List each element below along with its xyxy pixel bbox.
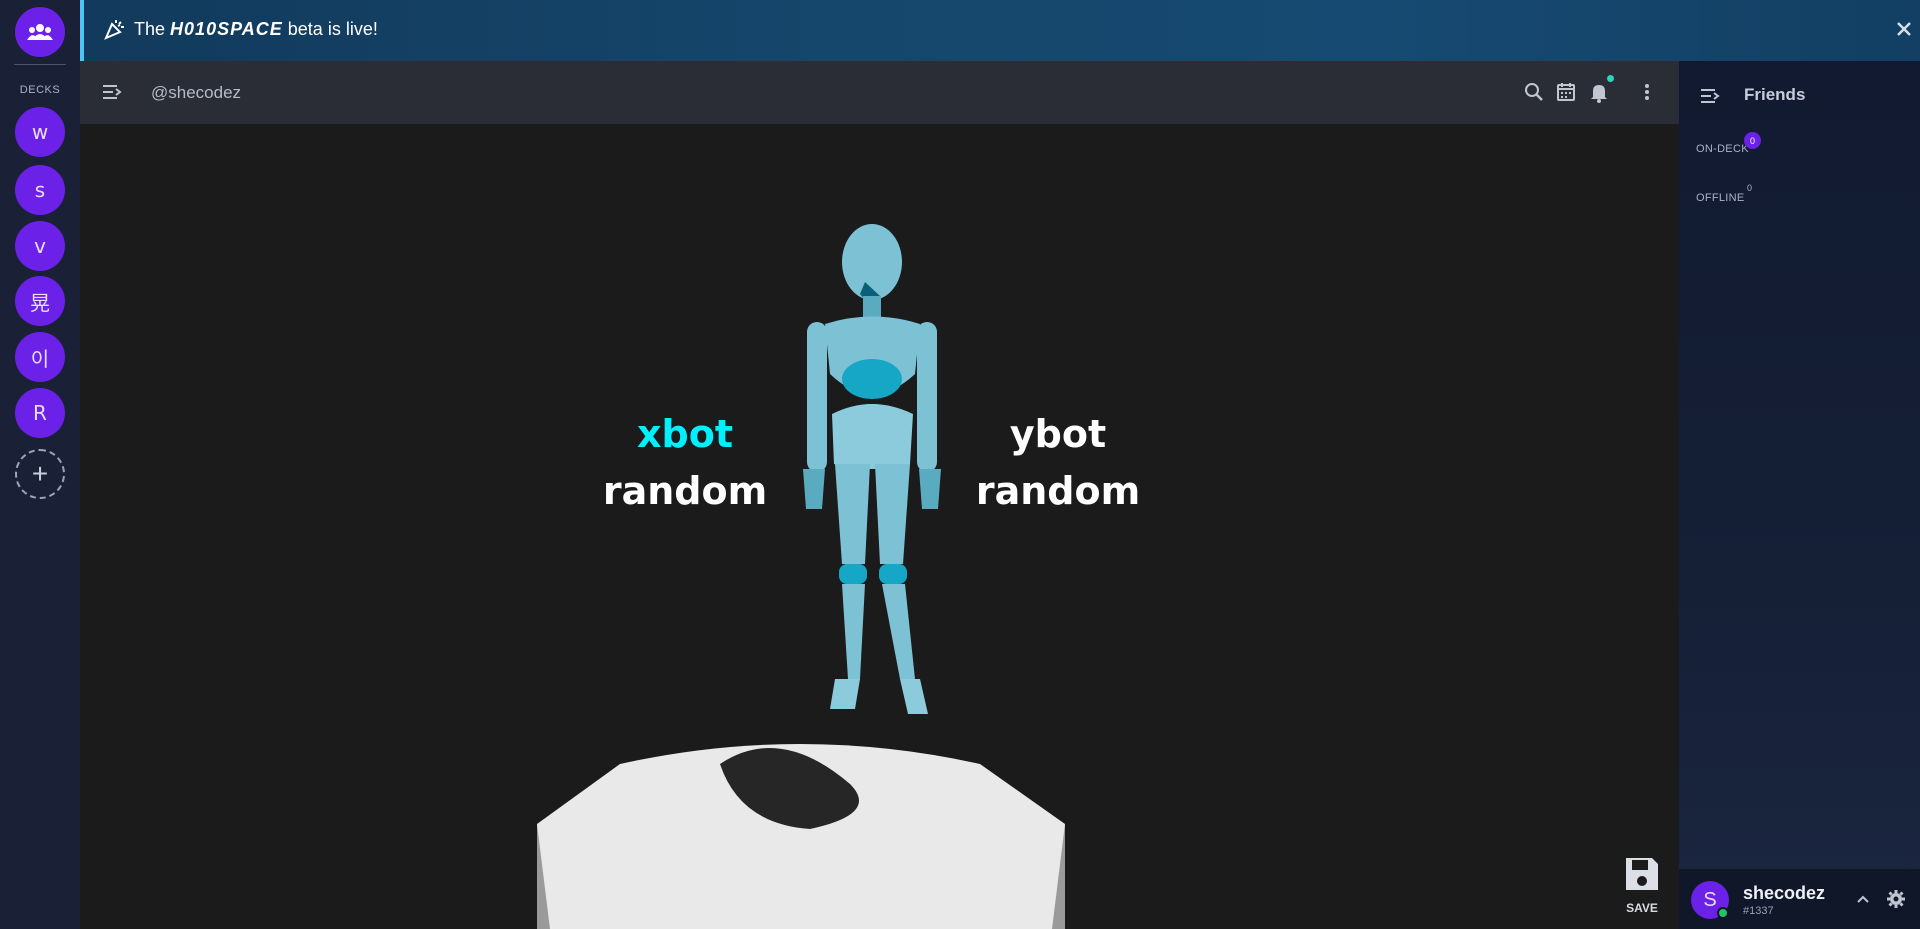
add-deck-button[interactable]: + (15, 449, 65, 499)
deck-button-r[interactable]: R (15, 388, 65, 438)
rail-divider (14, 64, 66, 65)
banner-suffix: beta is live! (287, 19, 378, 39)
section-on-deck[interactable]: ON-DECK (1696, 143, 1749, 155)
more-vertical-icon[interactable] (1636, 81, 1658, 103)
avatar-stage[interactable]: xbot random ybot random SAVE (80, 124, 1679, 929)
deck-initial: R (33, 401, 47, 425)
banner-message: The H010SPACE beta is live! (134, 19, 378, 40)
banner-prefix: The (134, 19, 166, 39)
party-popper-icon (104, 18, 126, 40)
left-bot-mode: random (602, 469, 768, 513)
deck-initial: 晃 (30, 290, 50, 315)
bell-icon[interactable] (1588, 81, 1610, 103)
notification-badge (1607, 75, 1614, 82)
deck-initial: v (34, 234, 46, 258)
menu-collapse-icon[interactable] (1699, 87, 1721, 105)
friends-panel: Friends ON-DECK 0 OFFLINE 0 S shecodez #… (1679, 61, 1920, 929)
username: shecodez (1743, 883, 1826, 903)
deck-initial: s (34, 178, 46, 202)
search-icon[interactable] (1523, 81, 1545, 103)
decks-label: DECKS (19, 84, 61, 96)
right-bot-mode: random (975, 469, 1141, 513)
menu-collapse-icon[interactable] (101, 83, 123, 101)
deck-initial: w (31, 120, 49, 144)
offline-count: 0 (1747, 183, 1753, 193)
save-button[interactable]: SAVE (1617, 854, 1667, 915)
home-button[interactable] (15, 7, 65, 57)
section-offline[interactable]: OFFLINE (1696, 192, 1745, 204)
robot-model (803, 224, 941, 714)
deck-button-s[interactable]: s (15, 165, 65, 215)
gear-icon[interactable] (1886, 889, 1906, 909)
friends-title: Friends (1744, 85, 1806, 104)
deck-button-v[interactable]: v (15, 221, 65, 271)
deck-button-w[interactable]: w (15, 107, 65, 157)
robot-scene (537, 224, 1065, 929)
user-tag: #1337 (1743, 905, 1774, 917)
deck-initial: 이 (30, 346, 50, 371)
plus-icon: + (31, 458, 49, 489)
chevron-up-icon[interactable] (1855, 891, 1871, 907)
top-bar: @shecodez (80, 61, 1679, 124)
save-label: SAVE (1626, 901, 1658, 915)
online-status-indicator (1717, 907, 1729, 919)
deck-button-korean[interactable]: 이 (15, 332, 65, 382)
right-bot-name: ybot (1009, 412, 1107, 456)
floppy-disk-icon (1622, 854, 1662, 894)
user-bar: S shecodez #1337 (1679, 869, 1920, 929)
banner-brand: H010SPACE (170, 19, 283, 39)
calendar-icon[interactable] (1555, 81, 1577, 103)
people-icon (27, 22, 53, 42)
deck-button-kanji[interactable]: 晃 (15, 276, 65, 326)
user-handle: @shecodez (151, 83, 242, 102)
deck-sidebar: DECKS w s v 晃 이 R + (0, 0, 80, 929)
left-bot-name: xbot (637, 412, 733, 456)
on-deck-count-badge: 0 (1744, 132, 1761, 149)
close-icon[interactable] (1894, 19, 1914, 39)
announcement-banner: The H010SPACE beta is live! (80, 0, 1920, 61)
avatar-initial: S (1703, 888, 1717, 911)
